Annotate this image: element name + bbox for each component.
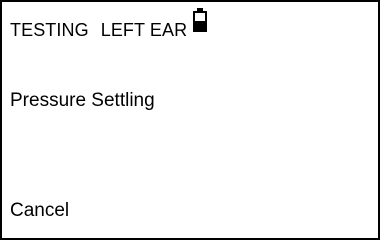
cancel-button[interactable]: Cancel bbox=[10, 200, 69, 222]
status-message: Pressure Settling bbox=[10, 90, 155, 111]
device-screen: TESTING LEFT EAR Pressure Settling Cance… bbox=[0, 0, 380, 240]
battery-icon bbox=[193, 8, 208, 32]
status-line: TESTING LEFT EAR bbox=[10, 8, 208, 41]
ear-label: LEFT EAR bbox=[100, 20, 188, 40]
battery-level-fill bbox=[195, 21, 206, 30]
mode-label: TESTING bbox=[10, 20, 89, 40]
